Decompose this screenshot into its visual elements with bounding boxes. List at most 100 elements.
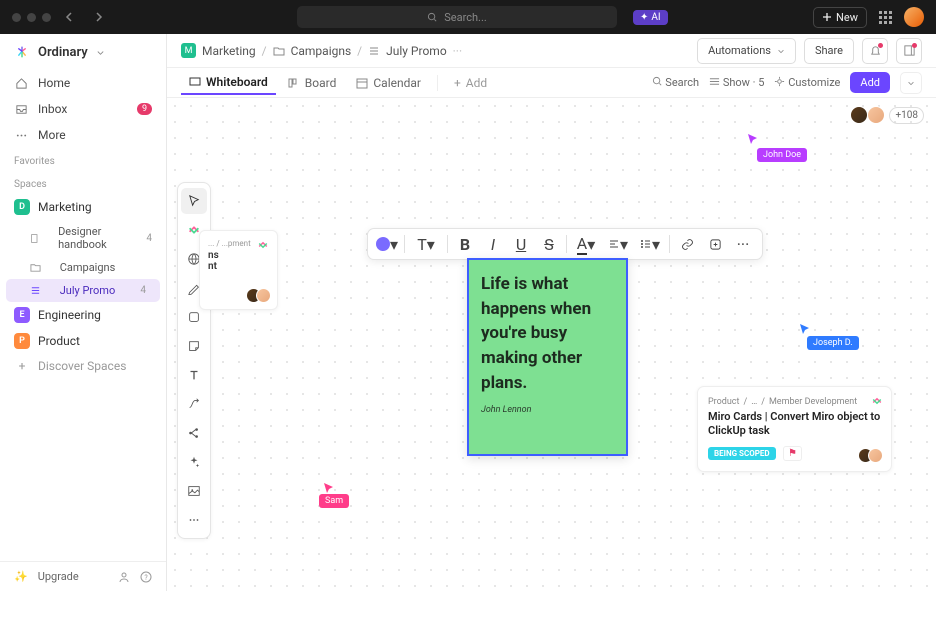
window-controls (12, 13, 51, 22)
close-dot[interactable] (12, 13, 21, 22)
fmt-textstyle[interactable]: T▾ (409, 231, 443, 257)
forward-button[interactable] (89, 8, 107, 26)
tool-connector[interactable] (181, 391, 207, 417)
apps-icon[interactable] (879, 11, 892, 24)
crumb-space[interactable]: Marketing (202, 44, 256, 58)
presence-count[interactable]: +108 (889, 107, 924, 124)
search-placeholder: Search... (444, 11, 487, 24)
space-chip[interactable]: M (181, 43, 196, 58)
space-engineering[interactable]: EEngineering (0, 302, 166, 328)
help-icon[interactable]: ? (140, 571, 152, 583)
user-avatar[interactable] (904, 7, 924, 27)
spaces-label: Spaces (0, 171, 166, 194)
folder-icon (273, 45, 285, 57)
automations-button[interactable]: Automations (697, 38, 796, 64)
breadcrumb: M Marketing / Campaigns / July Promo ···… (167, 34, 936, 68)
clickup-icon (257, 239, 269, 251)
crumb-list[interactable]: July Promo (386, 44, 447, 58)
cursor-label-john: John Doe (757, 148, 807, 162)
upgrade-button[interactable]: Upgrade (38, 570, 79, 583)
fmt-color[interactable]: ▾ (374, 231, 400, 257)
space-marketing[interactable]: DMarketing (0, 194, 166, 220)
panel-button[interactable] (896, 38, 922, 64)
task-card-2[interactable]: Product/…/Member Development Miro Cards … (697, 386, 892, 472)
person-icon[interactable] (118, 571, 130, 583)
space-product[interactable]: PProduct (0, 328, 166, 354)
space-badge: D (14, 199, 30, 215)
notif-button[interactable] (862, 38, 888, 64)
nav-home[interactable]: Home (0, 70, 166, 96)
tool-image[interactable] (181, 478, 207, 504)
presence-avatar[interactable] (850, 106, 868, 124)
tool-more[interactable] (181, 507, 207, 533)
tool-ai[interactable] (181, 449, 207, 475)
discover-spaces[interactable]: +Discover Spaces (0, 354, 166, 378)
svg-text:?: ? (144, 574, 148, 582)
fmt-link[interactable] (674, 231, 700, 257)
fmt-strike[interactable]: S (536, 231, 562, 257)
home-icon (14, 76, 28, 90)
tab-add[interactable]: + Add (446, 72, 495, 94)
titlebar: Search... ✦AI New (0, 0, 936, 34)
sidebar-item-campaigns[interactable]: Campaigns (0, 256, 166, 279)
workspace-logo (14, 44, 30, 60)
show-button[interactable]: Show · 5 (709, 76, 764, 89)
note-author: John Lennon (481, 405, 614, 415)
cursor-label-sam: Sam (319, 494, 349, 508)
presence-avatar[interactable] (867, 106, 885, 124)
cursor-label-joseph: Joseph D. (807, 336, 859, 350)
fmt-italic[interactable]: I (480, 231, 506, 257)
inbox-icon (14, 102, 28, 116)
calendar-icon (356, 77, 368, 89)
fmt-task[interactable] (702, 231, 728, 257)
space-badge: E (14, 307, 30, 323)
tool-sticky[interactable] (181, 333, 207, 359)
nav-inbox[interactable]: Inbox9 (0, 96, 166, 122)
tool-mindmap[interactable] (181, 420, 207, 446)
sidebar-item-designer[interactable]: Designer handbook4 (0, 220, 166, 256)
more-icon (14, 128, 28, 142)
tool-select[interactable] (181, 188, 207, 214)
fmt-list[interactable]: ▾ (635, 231, 665, 257)
fmt-underline[interactable]: U (508, 231, 534, 257)
nav-more[interactable]: More (0, 122, 166, 148)
global-search[interactable]: Search... (297, 6, 617, 28)
sticky-note[interactable]: Life is what happens when you're busy ma… (467, 258, 628, 456)
add-button[interactable]: Add (850, 72, 890, 93)
whiteboard-icon (189, 76, 201, 88)
whiteboard-canvas[interactable]: +108 ▾ T▾ B (167, 98, 936, 591)
tab-whiteboard[interactable]: Whiteboard (181, 71, 276, 95)
fmt-bold[interactable]: B (452, 231, 478, 257)
ai-button[interactable]: ✦AI (633, 10, 668, 25)
new-button[interactable]: New (813, 7, 867, 28)
sidebar-footer: ✨ Upgrade ? (0, 561, 166, 591)
status-badge[interactable]: BEING SCOPED (708, 447, 776, 460)
more-icon[interactable]: ··· (453, 44, 462, 58)
cursor-icon (323, 482, 335, 494)
chevron-down-icon (96, 48, 105, 57)
upgrade-icon: ✨ (14, 570, 28, 583)
fmt-align[interactable]: ▾ (603, 231, 633, 257)
fmt-textcolor[interactable]: A▾ (571, 231, 601, 257)
add-dropdown[interactable] (900, 72, 922, 94)
assignee-avatar[interactable] (868, 448, 883, 463)
max-dot[interactable] (42, 13, 51, 22)
min-dot[interactable] (27, 13, 36, 22)
search-views[interactable]: Search (652, 76, 700, 89)
flag-icon[interactable]: ⚑ (783, 446, 802, 461)
sidebar-item-july[interactable]: July Promo4 (6, 279, 160, 302)
assignee-avatar[interactable] (256, 288, 271, 303)
tool-text[interactable] (181, 362, 207, 388)
back-button[interactable] (61, 8, 79, 26)
tab-board[interactable]: Board (280, 72, 345, 94)
board-icon (288, 77, 300, 89)
fmt-more[interactable]: ··· (730, 231, 756, 257)
view-tabs: Whiteboard Board Calendar + Add Search S… (167, 68, 936, 98)
crumb-folder[interactable]: Campaigns (291, 44, 352, 58)
tab-calendar[interactable]: Calendar (348, 72, 429, 94)
customize-button[interactable]: Customize (774, 76, 840, 89)
task-card-1[interactable]: ... / ...pment nsnt (199, 230, 278, 310)
share-button[interactable]: Share (804, 38, 854, 64)
presence-bar[interactable]: +108 (850, 106, 924, 124)
workspace-switcher[interactable]: Ordinary (0, 34, 166, 70)
